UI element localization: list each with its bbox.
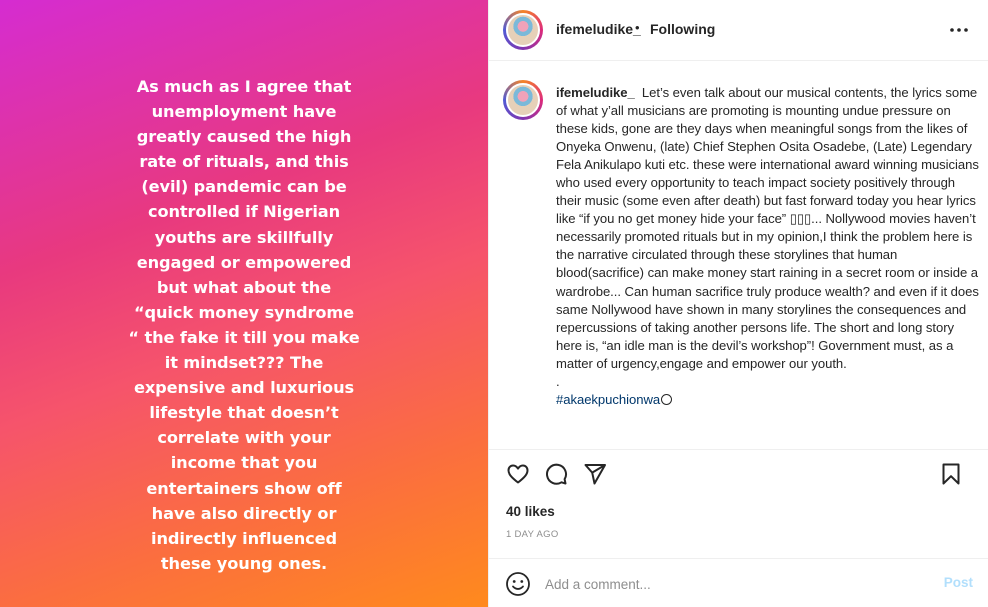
bookmark-icon[interactable] [938,461,964,487]
smiley-icon[interactable] [505,571,531,597]
post-header: ifemeludike_ • Following [489,0,988,61]
post-image[interactable]: As much as I agree that unemployment hav… [0,0,488,607]
caption-body: Let’s even talk about our musical conten… [556,85,979,371]
caption-avatar[interactable] [503,80,543,120]
heart-icon[interactable] [505,461,531,487]
caption: ifemeludike_ Let’s even talk about our m… [556,84,980,409]
post-actions: 40 likes 1 DAY AGO [489,449,988,559]
caption-area: ifemeludike_ Let’s even talk about our m… [489,62,988,448]
caption-dot: . [556,373,560,389]
comment-input[interactable] [545,573,915,595]
post-image-text: As much as I agree that unemployment hav… [128,77,360,573]
post-button[interactable]: Post [944,575,973,590]
instagram-post: As much as I agree that unemployment hav… [0,0,988,607]
avatar[interactable] [503,10,543,50]
hashtag-link[interactable]: #akaekpuchionwa [556,392,660,407]
caption-username[interactable]: ifemeludike_ [556,85,635,100]
likes-count[interactable]: 40 likes [506,504,555,519]
header-username[interactable]: ifemeludike_ [556,21,641,37]
ring-icon [661,393,673,405]
post-side-panel: ifemeludike_ • Following ifemeludike_ Le… [488,0,988,607]
following-button[interactable]: Following [650,21,715,37]
comment-icon[interactable] [543,461,569,487]
send-icon[interactable] [582,461,608,487]
separator-dot: • [635,20,640,35]
more-horizontal-icon[interactable] [947,18,971,42]
comment-bar: Post [489,558,988,607]
post-timestamp[interactable]: 1 DAY AGO [506,529,559,540]
